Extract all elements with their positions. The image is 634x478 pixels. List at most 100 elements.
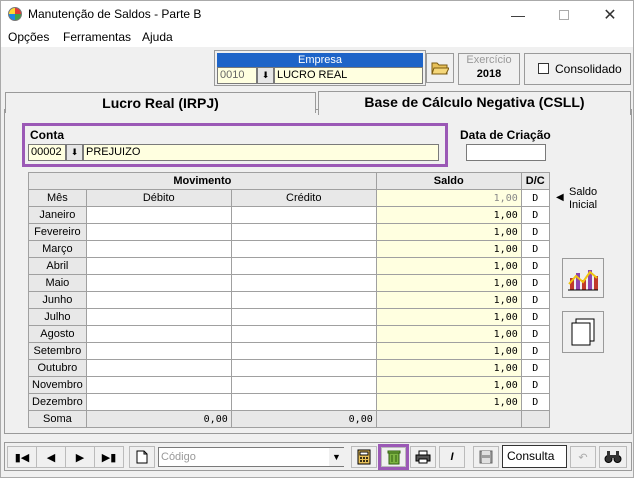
row-mes: Maio: [28, 274, 87, 292]
print-button[interactable]: [410, 446, 436, 468]
calculator-icon: [357, 449, 371, 465]
row-mes: Outubro: [28, 359, 87, 377]
save-button[interactable]: [473, 446, 499, 468]
close-icon[interactable]: ✕: [587, 1, 633, 28]
saldo-inicial-value[interactable]: 1,00: [375, 189, 522, 207]
empresa-name-field[interactable]: LUCRO REAL: [274, 67, 423, 84]
row-credito[interactable]: [230, 393, 377, 411]
table-row: Março 1,00 D: [28, 240, 550, 258]
saldo-inicial-label: Saldo Inicial: [569, 186, 597, 212]
row-debito[interactable]: [85, 274, 232, 292]
codigo-dropdown-button[interactable]: ▼: [329, 448, 344, 466]
row-dc: D: [520, 257, 550, 275]
menu-opcoes[interactable]: Opções: [8, 30, 49, 44]
row-dc: D: [520, 393, 550, 411]
row-debito[interactable]: [85, 257, 232, 275]
row-mes: Março: [28, 240, 87, 258]
chart-button[interactable]: [562, 258, 604, 298]
table-row: Novembro 1,00 D: [28, 376, 550, 394]
soma-dc: [520, 410, 550, 428]
save-icon: [479, 450, 493, 464]
chevron-down-icon: ▼: [332, 452, 341, 462]
conta-name-field[interactable]: PREJUIZO: [83, 144, 439, 161]
row-debito[interactable]: [85, 223, 232, 241]
row-credito[interactable]: [230, 308, 377, 326]
codigo-combobox[interactable]: Código: [158, 447, 344, 467]
row-dc: D: [520, 342, 550, 360]
row-credito[interactable]: [230, 274, 377, 292]
minimize-icon[interactable]: —: [495, 1, 541, 28]
row-debito[interactable]: [85, 240, 232, 258]
row-debito[interactable]: [85, 393, 232, 411]
menu-ajuda[interactable]: Ajuda: [142, 30, 173, 44]
row-credito[interactable]: [230, 240, 377, 258]
open-folder-button[interactable]: [426, 53, 454, 83]
row-credito[interactable]: [230, 223, 377, 241]
row-saldo: 1,00: [375, 325, 522, 343]
maximize-icon[interactable]: [541, 1, 587, 28]
row-saldo: 1,00: [375, 223, 522, 241]
row-debito[interactable]: [85, 325, 232, 343]
calculate-button[interactable]: [351, 446, 377, 468]
exercicio-value: 2018: [476, 68, 502, 80]
row-mes: Setembro: [28, 342, 87, 360]
header-saldo: Saldo: [375, 172, 522, 190]
table-row: Abril 1,00 D: [28, 257, 550, 275]
row-saldo: 1,00: [375, 308, 522, 326]
row-debito[interactable]: [85, 359, 232, 377]
arrow-down-icon: ⬇: [261, 70, 270, 80]
header-movimento: Movimento: [28, 172, 377, 190]
table-row: Junho 1,00 D: [28, 291, 550, 309]
italic-i-icon: I: [450, 451, 454, 463]
soma-saldo: [375, 410, 522, 428]
empresa-code-field[interactable]: 0010: [217, 67, 257, 84]
info-button[interactable]: I: [439, 446, 465, 468]
saldos-grid: Movimento Saldo D/C Mês Débito Crédito 1…: [28, 172, 550, 428]
first-record-button[interactable]: ▮◀: [7, 446, 37, 468]
row-credito[interactable]: [230, 206, 377, 224]
row-credito[interactable]: [230, 325, 377, 343]
table-row: Julho 1,00 D: [28, 308, 550, 326]
row-credito[interactable]: [230, 257, 377, 275]
row-saldo: 1,00: [375, 291, 522, 309]
row-credito[interactable]: [230, 291, 377, 309]
row-debito[interactable]: [85, 308, 232, 326]
trash-icon: [387, 450, 400, 465]
last-record-button[interactable]: ▶▮: [94, 446, 124, 468]
prev-record-button[interactable]: ◀: [36, 446, 66, 468]
undo-button[interactable]: ↶: [570, 446, 596, 468]
row-debito[interactable]: [85, 206, 232, 224]
pages-button[interactable]: [562, 311, 604, 353]
row-credito[interactable]: [230, 342, 377, 360]
new-document-icon: [136, 450, 148, 464]
row-debito[interactable]: [85, 376, 232, 394]
next-record-button[interactable]: ▶: [65, 446, 95, 468]
delete-button[interactable]: [381, 447, 406, 467]
last-icon: ▶▮: [101, 451, 117, 464]
row-credito[interactable]: [230, 359, 377, 377]
table-row: Fevereiro 1,00 D: [28, 223, 550, 241]
row-debito[interactable]: [85, 291, 232, 309]
window-title: Manutenção de Saldos - Parte B: [28, 7, 202, 21]
undo-icon: ↶: [578, 451, 588, 464]
empresa-lookup-button[interactable]: ⬇: [257, 67, 274, 84]
tab-base-calculo-negativa[interactable]: Base de Cálculo Negativa (CSLL): [318, 91, 631, 115]
search-button[interactable]: [599, 446, 627, 468]
col-credito: Crédito: [230, 189, 377, 207]
binoculars-icon: [604, 451, 622, 463]
data-criacao-field[interactable]: [466, 144, 546, 161]
conta-lookup-button[interactable]: ⬇: [66, 144, 83, 161]
row-mes: Agosto: [28, 325, 87, 343]
row-credito[interactable]: [230, 376, 377, 394]
arrow-left-icon: ◀: [556, 192, 564, 203]
saldo-inicial-dc[interactable]: D: [520, 189, 550, 207]
saldo-inicial-line1: Saldo: [569, 186, 598, 198]
row-dc: D: [520, 240, 550, 258]
row-debito[interactable]: [85, 342, 232, 360]
consolidado-checkbox[interactable]: [538, 63, 549, 74]
tab-lucro-real[interactable]: Lucro Real (IRPJ): [5, 92, 316, 113]
arrow-down-icon: ⬇: [70, 147, 79, 157]
new-document-button[interactable]: [129, 446, 155, 468]
menu-ferramentas[interactable]: Ferramentas: [63, 30, 131, 44]
conta-code-field[interactable]: 00002: [28, 144, 66, 161]
